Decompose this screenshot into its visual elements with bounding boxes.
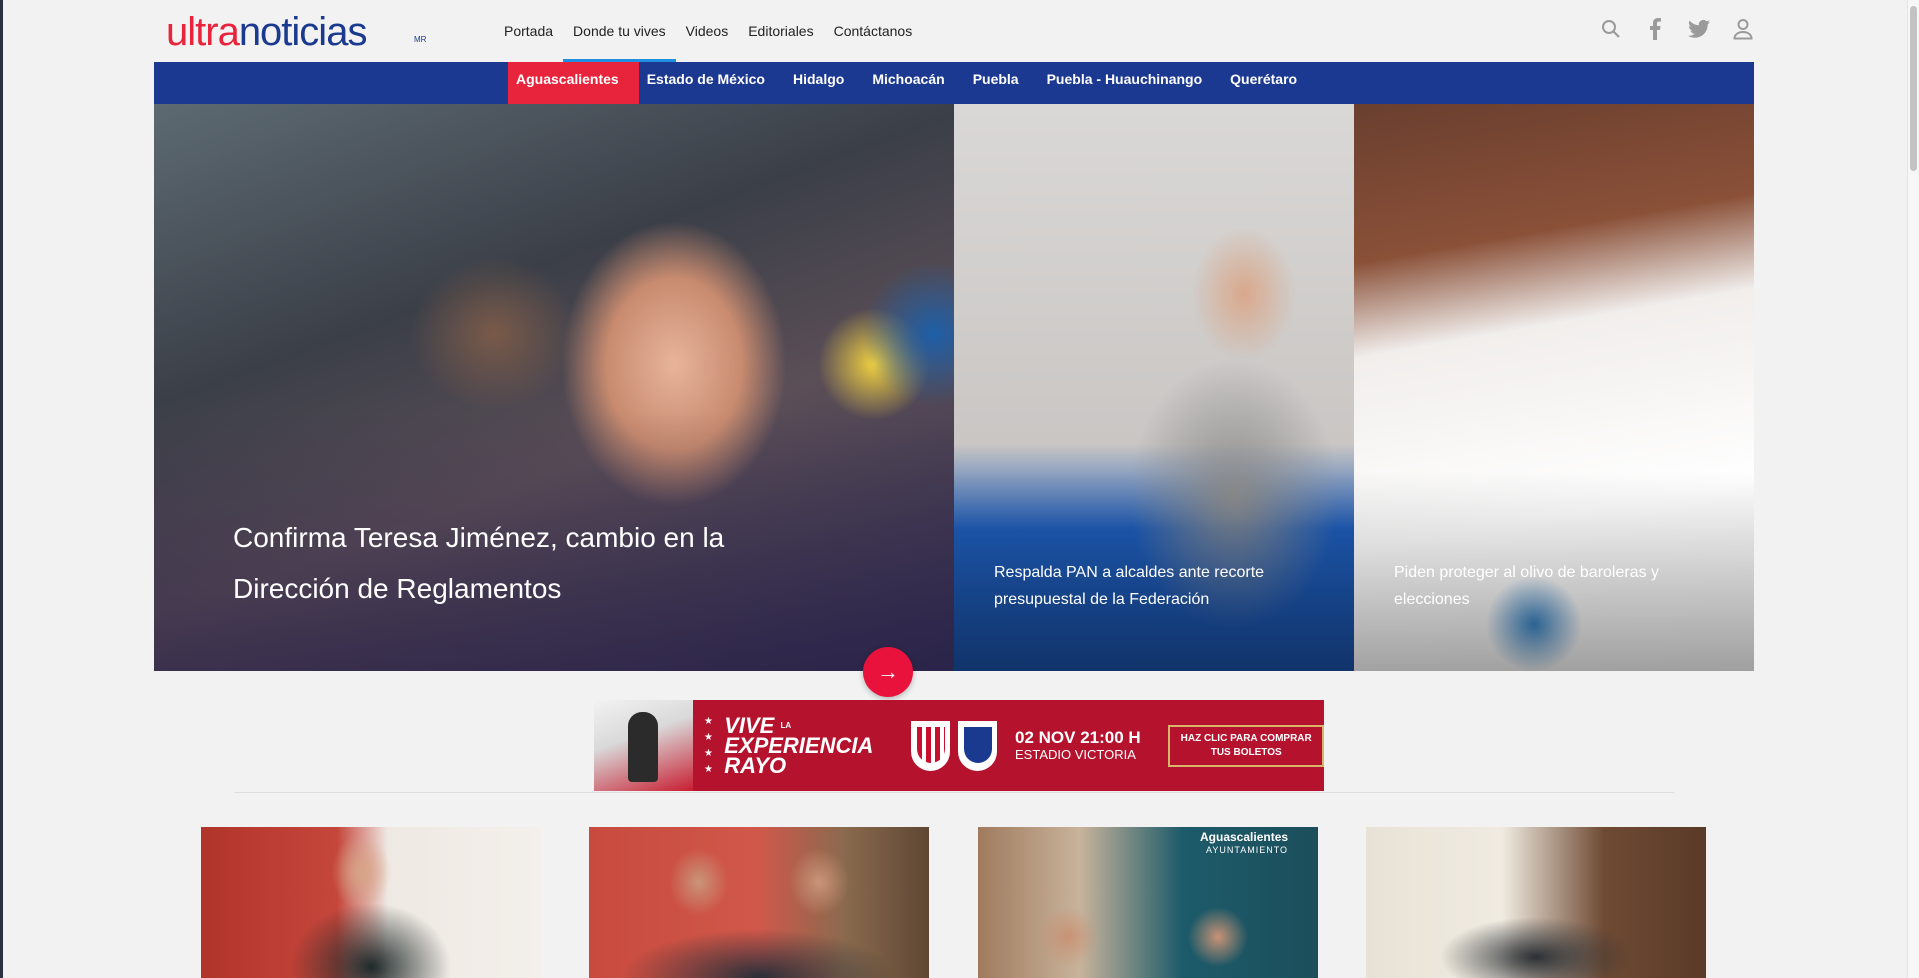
hero-side-story-1[interactable]: Respalda PAN a alcaldes ante recorte pre… xyxy=(954,104,1354,671)
nav-editoriales[interactable]: Editoriales xyxy=(738,0,823,62)
section-divider xyxy=(234,792,1674,793)
star-icons: ★ ★ ★ ★ xyxy=(704,715,714,775)
banner-cta-button[interactable]: HAZ CLIC PARA COMPRAR TUS BOLETOS xyxy=(1168,724,1324,767)
nav-contactanos[interactable]: Contáctanos xyxy=(824,0,923,62)
logo-ultra: ultra xyxy=(166,10,240,54)
arrow-right-icon[interactable]: → xyxy=(863,647,913,697)
nav-videos[interactable]: Videos xyxy=(676,0,739,62)
nav-portada[interactable]: Portada xyxy=(494,0,563,62)
hero-main-story[interactable]: Confirma Teresa Jiménez, cambio en la Di… xyxy=(154,104,954,671)
hero-side-title-2[interactable]: Piden proteger al olivo de baroleras y e… xyxy=(1394,559,1714,613)
banner-venue: ESTADIO VICTORIA xyxy=(1015,746,1136,762)
site-logo[interactable]: ultranoticias MR xyxy=(166,10,426,54)
main-nav: Portada Donde tu vives Videos Editoriale… xyxy=(494,0,922,62)
logo-mark: MR xyxy=(414,35,427,44)
ayuntamiento-logo: Aguascalientes AYUNTAMIENTO xyxy=(1200,830,1289,856)
facebook-icon[interactable] xyxy=(1644,18,1666,40)
nav-donde-tu-vives[interactable]: Donde tu vives xyxy=(563,0,676,62)
news-card-image[interactable] xyxy=(1366,827,1706,978)
news-grid: Aguascalientes AYUNTAMIENTO xyxy=(201,827,1706,978)
pachuca-crest-icon xyxy=(958,720,998,771)
banner-player-photo xyxy=(594,700,693,791)
banner-date: 02 NOV 21:00 H xyxy=(1015,727,1141,747)
window-edge xyxy=(0,0,3,978)
search-icon[interactable] xyxy=(1600,18,1622,40)
news-card-image[interactable] xyxy=(589,827,929,978)
region-michoacan[interactable]: Michoacán xyxy=(864,62,964,104)
region-puebla-huauchinango[interactable]: Puebla - Huauchinango xyxy=(1039,62,1223,104)
hero-section: Confirma Teresa Jiménez, cambio en la Di… xyxy=(154,104,1754,671)
hero-side-title-1[interactable]: Respalda PAN a alcaldes ante recorte pre… xyxy=(994,559,1314,613)
twitter-icon[interactable] xyxy=(1688,18,1710,40)
news-card-image[interactable] xyxy=(201,827,541,978)
region-estado-de-mexico[interactable]: Estado de México xyxy=(639,62,785,104)
header-icons xyxy=(1600,18,1754,40)
region-queretaro[interactable]: Querétaro xyxy=(1222,62,1317,104)
scrollbar[interactable] xyxy=(1907,0,1919,978)
necaxa-crest-icon xyxy=(911,720,951,771)
hero-side-story-2[interactable]: Piden proteger al olivo de baroleras y e… xyxy=(1354,104,1754,671)
banner-event-info: 02 NOV 21:00 H ESTADIO VICTORIA xyxy=(1015,727,1160,763)
logo-noticias: noticias xyxy=(238,10,368,54)
hero-main-title[interactable]: Confirma Teresa Jiménez, cambio en la Di… xyxy=(233,512,773,614)
site-header: ultranoticias MR Portada Donde tu vives … xyxy=(154,0,1754,62)
region-nav: Aguascalientes Estado de México Hidalgo … xyxy=(154,62,1754,104)
scrollbar-thumb[interactable] xyxy=(1910,6,1917,171)
ad-banner[interactable]: ★ ★ ★ ★ VIVE LA EXPERIENCIA RAYO 02 NOV 21:… xyxy=(594,700,1324,791)
user-icon[interactable] xyxy=(1732,18,1754,40)
region-aguascalientes[interactable]: Aguascalientes xyxy=(508,62,639,104)
news-card-image[interactable]: Aguascalientes AYUNTAMIENTO xyxy=(978,827,1318,978)
region-puebla[interactable]: Puebla xyxy=(965,62,1039,104)
banner-headline: VIVE LA EXPERIENCIA RAYO xyxy=(724,712,874,778)
region-hidalgo[interactable]: Hidalgo xyxy=(785,62,864,104)
